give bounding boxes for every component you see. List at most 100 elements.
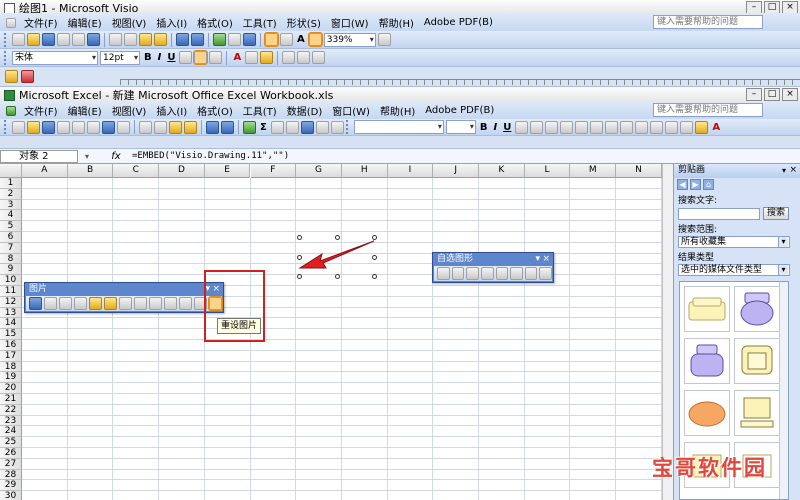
save-icon[interactable]: [42, 120, 55, 134]
visio-menu-help[interactable]: 帮助(H): [374, 15, 419, 30]
row-header-24[interactable]: 24: [0, 426, 22, 438]
clipart-thumbnail[interactable]: [734, 286, 780, 332]
excel-menu-help[interactable]: 帮助(H): [375, 103, 420, 118]
open-icon[interactable]: [27, 120, 40, 134]
connectors-icon[interactable]: [451, 267, 465, 280]
visio-menu-insert[interactable]: 插入(I): [151, 15, 192, 30]
percent-icon[interactable]: [590, 120, 604, 134]
drawing-icon[interactable]: [315, 120, 329, 134]
align-center-icon[interactable]: [193, 50, 209, 65]
compress-pictures-icon[interactable]: [164, 297, 177, 310]
result-types-select[interactable]: 选中的媒体文件类型: [678, 264, 790, 276]
search-text-input[interactable]: [678, 207, 760, 220]
line-ends-icon[interactable]: [312, 51, 326, 64]
visio-app-icon[interactable]: [4, 2, 15, 14]
new-icon[interactable]: [12, 120, 25, 134]
selection-handle[interactable]: [297, 255, 302, 260]
underline-icon[interactable]: U: [165, 52, 177, 63]
row-header-1[interactable]: 1: [0, 178, 22, 189]
excel-font-select[interactable]: [353, 120, 444, 134]
search-button[interactable]: 搜索: [763, 207, 790, 220]
visio-menu-edit[interactable]: 编辑(E): [63, 15, 107, 30]
row-header-2[interactable]: 2: [0, 188, 22, 200]
permission-icon[interactable]: [57, 120, 70, 134]
clipart-thumbnail[interactable]: [684, 390, 730, 436]
visio-menu-format[interactable]: 格式(O): [192, 15, 238, 30]
row-header-11[interactable]: 11: [0, 286, 22, 297]
format-painter-icon[interactable]: [154, 33, 167, 46]
pointer-tool-icon[interactable]: [264, 32, 279, 47]
row-header-7[interactable]: 7: [0, 242, 22, 254]
align-right-icon[interactable]: [209, 51, 223, 64]
visio-menu-window[interactable]: 窗口(W): [326, 15, 374, 30]
merge-center-icon[interactable]: [560, 120, 574, 134]
column-header-j[interactable]: J: [433, 164, 479, 178]
underline-icon[interactable]: U: [501, 122, 513, 133]
autosum-icon[interactable]: Σ: [258, 122, 269, 133]
align-center-icon[interactable]: [530, 120, 544, 134]
select-all-corner[interactable]: [0, 164, 22, 178]
crop-icon[interactable]: [119, 297, 132, 310]
align-right-icon[interactable]: [545, 120, 559, 134]
connector-tool-icon[interactable]: [280, 33, 293, 46]
pencil-tool-icon[interactable]: [307, 32, 323, 47]
open-icon[interactable]: [27, 33, 40, 46]
row-header-13[interactable]: 13: [0, 307, 22, 319]
toolbar-grip[interactable]: [345, 120, 349, 134]
row-header-8[interactable]: 8: [0, 253, 22, 265]
line-weight-icon[interactable]: [282, 51, 296, 64]
autoshapes-toolbar[interactable]: 自选图形 ▾ ×: [432, 252, 554, 283]
visio-menu-tools[interactable]: 工具(T): [238, 15, 282, 30]
clipart-thumbnail[interactable]: [684, 286, 730, 332]
insert-picture-icon[interactable]: [29, 297, 42, 310]
shapes-icon[interactable]: [228, 33, 241, 46]
row-header-19[interactable]: 19: [0, 372, 22, 384]
sort-ascending-icon[interactable]: [270, 120, 284, 134]
search-scope-select[interactable]: 所有收藏集: [678, 236, 790, 248]
formula-input[interactable]: =EMBED("Visio.Drawing.11",""): [126, 151, 289, 161]
excel-menu-window[interactable]: 窗口(W): [327, 103, 375, 118]
redo-icon[interactable]: [221, 120, 234, 134]
pane-options-icon[interactable]: ▾: [782, 164, 786, 177]
excel-maximize-button[interactable]: □: [764, 88, 780, 101]
fx-icon[interactable]: fx: [106, 151, 126, 162]
clipart-thumbnail[interactable]: [684, 338, 730, 384]
excel-doc-icon[interactable]: [6, 105, 16, 116]
toolbar-grip[interactable]: [4, 120, 7, 134]
text-tool-icon[interactable]: A: [295, 34, 307, 45]
copy-icon[interactable]: [154, 120, 167, 134]
italic-icon[interactable]: I: [156, 52, 164, 63]
excel-menu-file[interactable]: 文件(F): [19, 103, 63, 118]
row-header-21[interactable]: 21: [0, 394, 22, 405]
new-icon[interactable]: [12, 33, 25, 46]
row-header-26[interactable]: 26: [0, 448, 22, 459]
excel-menu-data[interactable]: 数据(D): [282, 103, 328, 118]
undo-icon[interactable]: [206, 120, 219, 134]
row-header-5[interactable]: 5: [0, 221, 22, 232]
excel-minimize-button[interactable]: –: [746, 88, 762, 101]
redo-icon[interactable]: [191, 33, 204, 46]
print-icon[interactable]: [72, 120, 85, 134]
column-header-d[interactable]: D: [159, 164, 205, 178]
fill-color-icon[interactable]: [695, 120, 709, 134]
row-header-25[interactable]: 25: [0, 437, 22, 448]
help-icon[interactable]: [377, 33, 391, 46]
chart-wizard-icon[interactable]: [300, 120, 314, 134]
row-header-23[interactable]: 23: [0, 415, 22, 427]
stencil-icon[interactable]: [243, 33, 256, 46]
column-header-h[interactable]: H: [341, 164, 388, 178]
align-left-icon[interactable]: [515, 120, 529, 134]
basic-shapes-icon[interactable]: [466, 267, 479, 280]
forward-icon[interactable]: ▶: [690, 179, 701, 190]
column-header-c[interactable]: C: [113, 164, 160, 178]
selection-handle[interactable]: [297, 274, 302, 279]
worksheet-grid[interactable]: A B C D E F G H I J K L M N 1 2 3 4 5 6 7 8 9 10 11 12 13 14 15 16 17 1…: [0, 164, 662, 500]
excel-menu-insert[interactable]: 插入(I): [151, 103, 192, 118]
decrease-indent-icon[interactable]: [650, 120, 664, 134]
row-header-16[interactable]: 16: [0, 340, 22, 351]
zoom-icon[interactable]: [330, 120, 344, 134]
visio-menu-view[interactable]: 视图(V): [107, 15, 152, 30]
toolbar-grip[interactable]: [4, 32, 7, 47]
less-contrast-icon[interactable]: [74, 297, 87, 310]
more-brightness-icon[interactable]: [89, 297, 102, 310]
